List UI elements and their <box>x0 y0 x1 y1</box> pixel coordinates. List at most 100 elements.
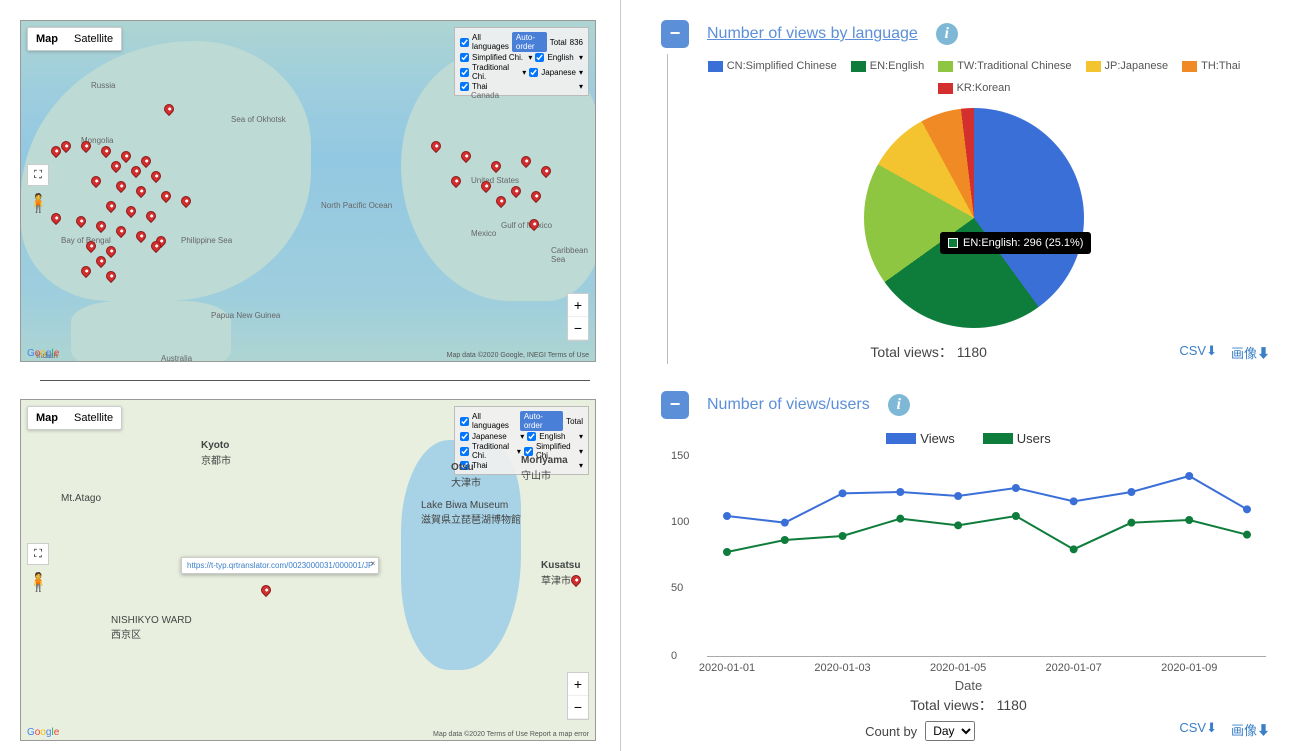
chk-cn[interactable] <box>460 53 469 62</box>
pie-chart[interactable] <box>864 108 1084 328</box>
lbl2-th: Thai <box>472 461 488 470</box>
divider <box>40 380 590 381</box>
map-type-satellite-2[interactable]: Satellite <box>66 407 121 429</box>
legend-label: JP:Japanese <box>1105 60 1169 72</box>
total-value-2: 1180 <box>997 697 1027 713</box>
chk2-tw[interactable] <box>460 447 469 456</box>
map-pin[interactable] <box>569 573 583 587</box>
city-label: 大津市 <box>451 474 481 489</box>
lbl2-total: Total <box>566 417 583 426</box>
map-type-satellite[interactable]: Satellite <box>66 28 121 50</box>
map-label: Papua New Guinea <box>211 311 280 320</box>
city-label: 草津市 <box>541 572 571 587</box>
google-logo-2: Google <box>27 727 59 738</box>
y-tick: 50 <box>671 582 683 594</box>
legend-label: CN:Simplified Chinese <box>727 60 837 72</box>
export-csv-button-2[interactable]: CSV⬇ <box>1179 720 1217 739</box>
y-tick: 0 <box>671 650 677 662</box>
map-language-filter[interactable]: All languages Auto-order Total 836 Simpl… <box>454 27 589 96</box>
map-label: United States <box>471 176 519 185</box>
map-type-control[interactable]: Map Satellite <box>27 27 122 51</box>
export-image-button[interactable]: 画像⬇ <box>1231 343 1270 362</box>
countby-select[interactable]: Day <box>925 721 975 741</box>
export-csv-button[interactable]: CSV⬇ <box>1179 343 1217 362</box>
info-icon-2[interactable]: i <box>888 394 910 416</box>
zoom-in-2[interactable]: + <box>568 673 588 696</box>
zoom-in[interactable]: + <box>568 294 588 317</box>
close-icon[interactable]: × <box>371 559 376 568</box>
chk-tw[interactable] <box>460 68 469 77</box>
map-label: North Pacific Ocean <box>321 201 392 210</box>
chk2-en[interactable] <box>527 432 536 441</box>
city-label: Kyoto <box>201 440 229 451</box>
info-icon[interactable]: i <box>936 23 958 45</box>
auto-order-badge-2: Auto-order <box>520 411 563 431</box>
city-label: NISHIKYO WARD <box>111 615 192 626</box>
legend-swatch <box>886 433 916 444</box>
tooltip-url-text[interactable]: https://t-typ.qrtranslator.com/002300003… <box>187 561 373 570</box>
x-tick: 2020-01-07 <box>1046 662 1102 674</box>
tooltip-swatch <box>948 238 958 248</box>
zoom-control[interactable]: +− <box>567 293 589 341</box>
collapse-button-2[interactable]: − <box>661 391 689 419</box>
tooltip-text: EN:English: 296 (25.1%) <box>963 237 1083 249</box>
chk2-jp[interactable] <box>460 432 469 441</box>
collapse-button[interactable]: − <box>661 20 689 48</box>
map-label: Sea of Okhotsk <box>231 115 286 124</box>
lbl2-all: All languages <box>472 412 517 430</box>
legend-swatch <box>1182 61 1197 72</box>
city-label: Otsu <box>451 462 474 473</box>
fullscreen-icon-2[interactable]: ⛶ <box>27 543 49 565</box>
legend-label: Users <box>1017 431 1051 446</box>
city-label: Moriyama <box>521 455 568 466</box>
countby-label: Count by <box>865 724 917 739</box>
pegman-icon[interactable]: 🧍 <box>27 193 49 221</box>
map-type-control-2[interactable]: Map Satellite <box>27 406 122 430</box>
map-label: Caribbean Sea <box>551 246 595 264</box>
chk2-all[interactable] <box>460 417 469 426</box>
city-label: Lake Biwa Museum <box>421 500 508 511</box>
legend-swatch <box>1086 61 1101 72</box>
legend-item[interactable]: Views <box>886 431 954 446</box>
city-map[interactable]: Map Satellite All languages Auto-order T… <box>20 399 596 741</box>
world-map[interactable]: Map Satellite All languages Auto-order T… <box>20 20 596 362</box>
section-title-2: Number of views/users <box>707 396 870 414</box>
legend-swatch <box>938 83 953 94</box>
chk-all-lang[interactable] <box>460 38 469 47</box>
total-label: Total views： <box>870 344 952 360</box>
lbl-tw: Traditional Chi. <box>472 63 519 81</box>
legend-label: EN:English <box>870 60 924 72</box>
chk-th[interactable] <box>460 82 469 91</box>
val-total: 836 <box>570 38 583 47</box>
zoom-control-2[interactable]: +− <box>567 672 589 720</box>
map-attribution: Map data ©2020 Google, INEGI Terms of Us… <box>447 352 589 359</box>
line-chart-svg <box>707 456 1267 656</box>
fullscreen-icon[interactable]: ⛶ <box>27 164 49 186</box>
legend-item[interactable]: Users <box>983 431 1051 446</box>
legend-item[interactable]: TH:Thai <box>1182 60 1240 72</box>
y-tick: 100 <box>671 516 689 528</box>
pegman-icon-2[interactable]: 🧍 <box>27 572 49 600</box>
x-tick: 2020-01-01 <box>699 662 755 674</box>
legend-swatch <box>938 61 953 72</box>
line-legend: Views Users <box>661 425 1276 452</box>
chk-en[interactable] <box>535 53 544 62</box>
map-type-map[interactable]: Map <box>28 28 66 50</box>
x-tick: 2020-01-03 <box>814 662 870 674</box>
zoom-out[interactable]: − <box>568 317 588 340</box>
zoom-out-2[interactable]: − <box>568 696 588 719</box>
google-logo: Google <box>27 348 59 359</box>
legend-item[interactable]: JP:Japanese <box>1086 60 1169 72</box>
city-label: 京都市 <box>201 452 231 467</box>
legend-swatch <box>851 61 866 72</box>
map-type-map-2[interactable]: Map <box>28 407 66 429</box>
chk-jp[interactable] <box>529 68 538 77</box>
export-image-button-2[interactable]: 画像⬇ <box>1231 720 1270 739</box>
lbl-th: Thai <box>472 82 488 91</box>
map-pin[interactable] <box>259 583 273 597</box>
line-chart[interactable]: 150 100 50 0 2020-01-012020-01-032020-01… <box>671 456 1266 656</box>
legend-item[interactable]: CN:Simplified Chinese <box>708 60 837 72</box>
legend-item[interactable]: KR:Korean <box>938 82 1011 94</box>
legend-item[interactable]: EN:English <box>851 60 924 72</box>
legend-item[interactable]: TW:Traditional Chinese <box>938 60 1071 72</box>
